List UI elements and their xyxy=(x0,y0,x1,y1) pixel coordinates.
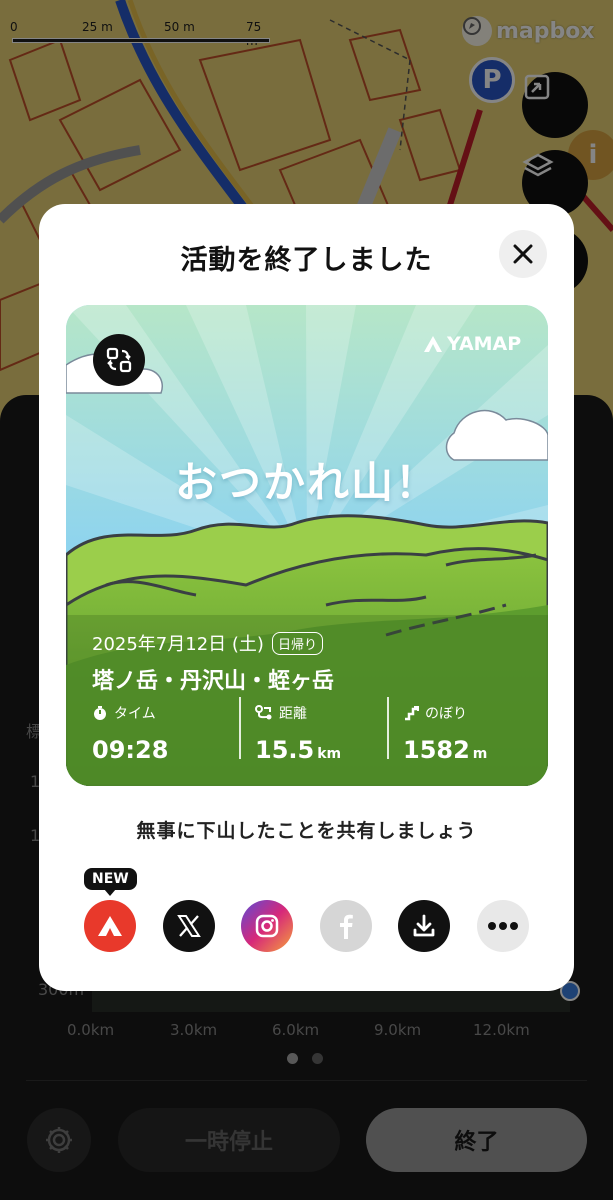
stat-time: タイム 09:28 xyxy=(92,697,232,764)
activity-complete-dialog: 活動を終了しました YAMAP おつかれ山！ 2025年7月12日 (土) 日帰… xyxy=(39,204,574,991)
dialog-title: 活動を終了しました xyxy=(180,245,433,276)
stat-unit: m xyxy=(472,746,488,762)
stat-divider xyxy=(387,697,389,759)
yamap-wordmark: YAMAP xyxy=(447,333,522,355)
date-text: 2025年7月12日 (土) xyxy=(92,634,264,655)
share-yamap-button[interactable] xyxy=(84,900,136,952)
card-headline: おつかれ山！ xyxy=(174,458,439,507)
yamap-mark-icon xyxy=(424,336,442,352)
new-badge: NEW xyxy=(84,868,137,896)
facebook-icon xyxy=(340,914,353,939)
stat-divider xyxy=(239,697,241,759)
activity-date: 2025年7月12日 (土) 日帰り xyxy=(92,630,323,656)
share-instagram-button[interactable] xyxy=(241,900,293,952)
x-icon xyxy=(177,915,201,937)
stat-label: 距離 xyxy=(279,706,307,722)
stopwatch-icon xyxy=(94,706,106,720)
share-prompt: 無事に下山したことを共有しましょう xyxy=(136,820,477,842)
stat-unit: km xyxy=(317,746,342,762)
share-options xyxy=(39,900,574,954)
save-image-button[interactable] xyxy=(398,900,450,952)
swap-icon xyxy=(106,347,132,373)
download-icon xyxy=(413,914,435,937)
more-icon xyxy=(488,922,518,930)
stat-distance: 距離 15.5 km xyxy=(255,697,385,764)
stat-value: 15.5 xyxy=(255,736,315,764)
share-card: YAMAP おつかれ山！ 2025年7月12日 (土) 日帰り 塔ノ岳・丹沢山・… xyxy=(66,305,548,786)
stat-label: タイム xyxy=(114,706,156,722)
activity-stats: タイム 09:28 距離 15.5 km のぼり 1582 m xyxy=(66,697,548,764)
yamap-logo: YAMAP xyxy=(423,333,521,355)
route-icon xyxy=(255,705,272,720)
stat-label: のぼり xyxy=(425,706,467,722)
yamap-icon xyxy=(98,916,122,936)
share-facebook-button[interactable] xyxy=(320,900,372,952)
close-icon xyxy=(513,244,533,264)
stat-value: 09:28 xyxy=(92,736,169,764)
share-more-button[interactable] xyxy=(477,900,529,952)
swap-card-button[interactable] xyxy=(93,334,145,386)
ascent-icon xyxy=(405,706,419,721)
instagram-icon xyxy=(255,914,279,938)
stat-value: 1582 xyxy=(403,736,470,764)
close-button[interactable] xyxy=(499,230,547,278)
trip-type-badge: 日帰り xyxy=(271,631,323,655)
stat-ascent: のぼり 1582 m xyxy=(403,697,533,764)
share-x-button[interactable] xyxy=(163,900,215,952)
mountain-names: 塔ノ岳・丹沢山・蛭ヶ岳 xyxy=(92,669,335,694)
